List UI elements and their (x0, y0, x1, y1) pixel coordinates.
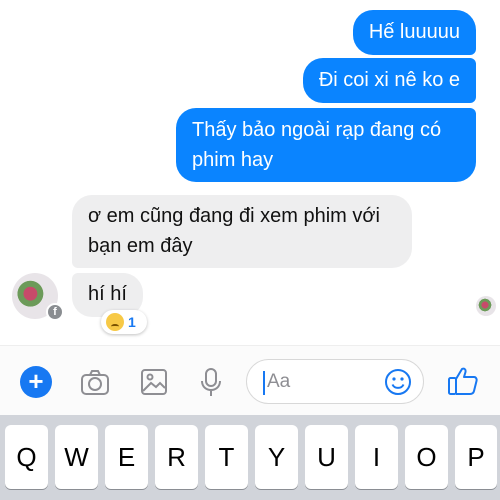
message-text: hí hí (88, 283, 127, 305)
incoming-message[interactable]: ơ em cũng đang đi xem phim với bạn em đâ… (72, 195, 412, 268)
key-o[interactable]: O (405, 425, 448, 489)
key-u[interactable]: U (305, 425, 348, 489)
outgoing-message[interactable]: Hế luuuuu (352, 10, 476, 55)
text-cursor (263, 371, 265, 395)
message-reaction[interactable]: 1 (101, 310, 147, 334)
message-text: Đi coi xi nê ko e (318, 69, 460, 91)
key-y[interactable]: Y (255, 425, 298, 489)
message-input-placeholder: Aa (267, 371, 291, 392)
facebook-badge-icon: f (46, 303, 64, 321)
message-composer: + Aa (0, 345, 500, 415)
outgoing-message[interactable]: Thấy bảo ngoài rạp đang có phim hay (176, 108, 476, 182)
key-r[interactable]: R (155, 425, 198, 489)
conversation-area: Hế luuuuu Đi coi xi nê ko e Thấy bảo ngo… (0, 0, 500, 345)
seen-avatar (476, 296, 496, 316)
keyboard: Q W E R T Y U I O P (0, 415, 500, 500)
like-icon[interactable] (446, 364, 480, 398)
reaction-count: 1 (128, 314, 136, 330)
message-input[interactable]: Aa (246, 359, 424, 404)
emoji-icon[interactable] (383, 367, 413, 397)
message-text-line: phim hay (192, 149, 274, 171)
plus-icon[interactable]: + (20, 366, 52, 398)
microphone-icon[interactable] (195, 366, 227, 398)
outgoing-message[interactable]: Đi coi xi nê ko e (302, 58, 476, 103)
message-text-line: Thấy bảo ngoài rạp đang có (192, 119, 442, 141)
sad-face-icon (106, 313, 124, 331)
message-text: Hế luuuuu (368, 21, 460, 43)
camera-icon[interactable] (79, 366, 111, 398)
message-text-line: ơ em cũng đang đi xem phim với (88, 205, 380, 227)
key-p[interactable]: P (455, 425, 497, 489)
photo-icon[interactable] (138, 366, 170, 398)
key-q[interactable]: Q (5, 425, 48, 489)
message-text-line: bạn em đây (88, 235, 193, 257)
key-t[interactable]: T (205, 425, 248, 489)
key-i[interactable]: I (355, 425, 398, 489)
key-w[interactable]: W (55, 425, 98, 489)
key-e[interactable]: E (105, 425, 148, 489)
